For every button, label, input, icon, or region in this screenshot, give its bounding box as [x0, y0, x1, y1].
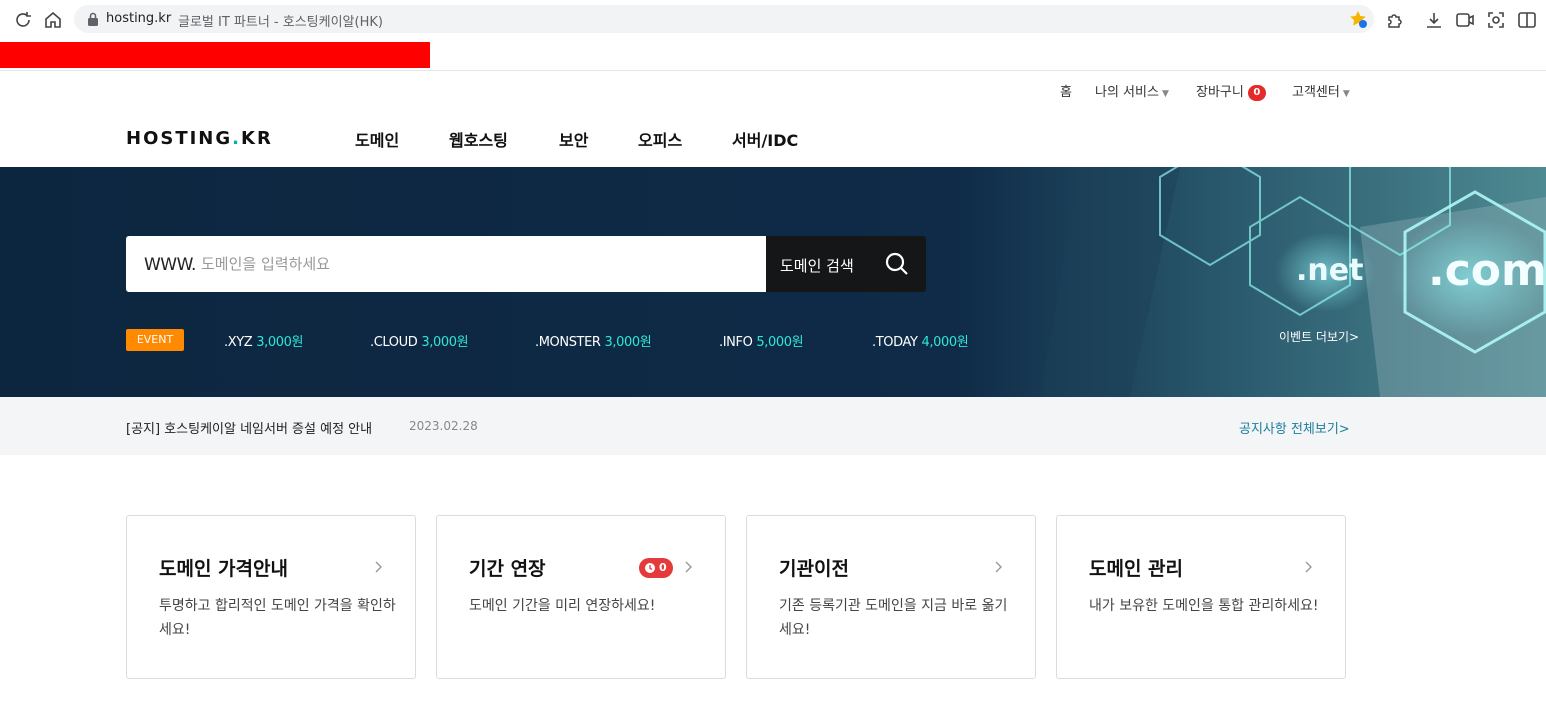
event-ext-cloud[interactable]: .CLOUD 3,000원	[370, 331, 469, 350]
gnb-server-idc[interactable]: 서버/IDC	[732, 127, 798, 151]
notice-more-link[interactable]: 공지사항 전체보기>	[1239, 418, 1350, 437]
renewal-count: 0	[659, 561, 667, 574]
search-icon	[885, 252, 908, 275]
visual-net-text: .net	[1296, 253, 1364, 288]
notice-bar: [공지] 호스팅케이알 네임서버 증설 예정 안내 2023.02.28 공지사…	[0, 397, 1546, 455]
bookmark-star-icon[interactable]	[1348, 9, 1368, 29]
util-support-label: 고객센터	[1292, 85, 1340, 100]
lock-icon	[88, 12, 98, 26]
util-support-link[interactable]: 고객센터 ▼	[1292, 81, 1350, 100]
cart-count-badge: 0	[1247, 85, 1266, 101]
chevron-right-icon	[375, 561, 382, 573]
gnb-office[interactable]: 오피스	[638, 127, 682, 151]
clock-icon	[645, 563, 655, 573]
notice-link[interactable]: [공지] 호스팅케이알 네임서버 증설 예정 안내	[126, 418, 372, 437]
ext-price: 3,000원	[604, 335, 652, 350]
url-text: hosting.kr	[106, 11, 172, 26]
browser-toolbar: hosting.kr 글로벌 IT 파트너 - 호스팅케이알(HK)	[0, 0, 1546, 40]
gnb-webhosting[interactable]: 웹호스팅	[449, 127, 508, 151]
card-desc: 투명하고 합리적인 도메인 가격을 확인하세요!	[159, 598, 396, 638]
card-title: 도메인 가격안내	[159, 558, 288, 580]
page-title-text: 글로벌 IT 파트너 - 호스팅케이알(HK)	[178, 15, 383, 30]
caret-down-icon: ▼	[1161, 89, 1169, 99]
logo-dot: .	[232, 128, 241, 149]
ext-price: 3,000원	[256, 335, 304, 350]
util-my-services-link[interactable]: 나의 서비스 ▼	[1095, 81, 1169, 100]
ext-name: .MONSTER	[535, 335, 601, 350]
util-cart-link[interactable]: 장바구니 0	[1196, 81, 1266, 101]
card-desc: 기존 등록기관 도메인을 지금 바로 옮기세요!	[779, 598, 1008, 638]
ext-name: .INFO	[719, 335, 753, 350]
util-home-link[interactable]: 홈	[1060, 81, 1072, 100]
download-icon[interactable]	[1423, 9, 1445, 31]
event-ext-info[interactable]: .INFO 5,000원	[719, 331, 804, 350]
screenshot-icon[interactable]	[1485, 9, 1507, 31]
card-transfer[interactable]: 기관이전 기존 등록기관 도메인을 지금 바로 옮기세요!	[746, 515, 1036, 679]
util-my-services-label: 나의 서비스	[1095, 85, 1159, 100]
divider	[0, 70, 1546, 71]
card-title: 도메인 관리	[1089, 558, 1184, 580]
reload-icon[interactable]	[12, 9, 34, 31]
screen-cast-icon[interactable]	[1454, 9, 1476, 31]
card-desc: 도메인 기간을 미리 연장하세요!	[469, 598, 656, 614]
card-renewal[interactable]: 기간 연장 0 도메인 기간을 미리 연장하세요!	[436, 515, 726, 679]
ext-price: 4,000원	[921, 335, 969, 350]
sidebar-icon[interactable]	[1516, 9, 1538, 31]
ext-name: .TODAY	[872, 335, 918, 350]
card-title: 기관이전	[779, 558, 849, 580]
gnb-security[interactable]: 보안	[559, 127, 588, 151]
hero-banner: WWW. 도메인 검색 EVENT .XYZ3,000원 .CLOUD3,000…	[0, 167, 1546, 397]
notice-date: 2023.02.28	[409, 419, 478, 433]
ext-price: 3,000원	[421, 335, 469, 350]
util-cart-label: 장바구니	[1196, 85, 1244, 100]
domain-search-box: WWW.	[126, 236, 766, 292]
event-ext-today[interactable]: .TODAY 4,000원	[872, 331, 969, 350]
logo-text: HOSTING	[126, 128, 233, 149]
home-icon[interactable]	[42, 9, 64, 31]
redaction-bar	[0, 42, 430, 68]
event-ext-monster[interactable]: .MONSTER 3,000원	[535, 331, 652, 350]
ext-price: 5,000원	[756, 335, 804, 350]
extensions-icon[interactable]	[1384, 9, 1406, 31]
visual-com-text: .com	[1428, 245, 1546, 296]
domain-search-button[interactable]: 도메인 검색	[766, 236, 926, 292]
chevron-right-icon	[685, 561, 692, 573]
card-title: 기간 연장	[469, 558, 546, 580]
event-more-link[interactable]: 이벤트 더보기>	[1279, 328, 1359, 345]
ext-name: .CLOUD	[370, 335, 418, 350]
logo-text-suffix: KR	[241, 128, 273, 149]
search-button-label: 도메인 검색	[780, 257, 854, 275]
card-domain-pricing[interactable]: 도메인 가격안내 투명하고 합리적인 도메인 가격을 확인하세요!	[126, 515, 416, 679]
renewal-count-badge: 0	[639, 558, 673, 578]
domain-search-input[interactable]	[201, 250, 741, 278]
event-badge: EVENT	[126, 329, 184, 351]
card-desc: 내가 보유한 도메인을 통합 관리하세요!	[1089, 598, 1319, 614]
site-logo[interactable]: HOSTING.KR	[126, 128, 273, 149]
caret-down-icon: ▼	[1342, 89, 1350, 99]
event-ext-xyz[interactable]: .XYZ 3,000원	[224, 331, 303, 350]
ext-name: .XYZ	[224, 335, 253, 350]
search-prefix: WWW.	[144, 255, 196, 275]
gnb-domain[interactable]: 도메인	[355, 127, 399, 151]
chevron-right-icon	[1305, 561, 1312, 573]
address-bar[interactable]: hosting.kr 글로벌 IT 파트너 - 호스팅케이알(HK)	[74, 5, 1374, 33]
chevron-right-icon	[995, 561, 1002, 573]
card-domain-management[interactable]: 도메인 관리 내가 보유한 도메인을 통합 관리하세요!	[1056, 515, 1346, 679]
